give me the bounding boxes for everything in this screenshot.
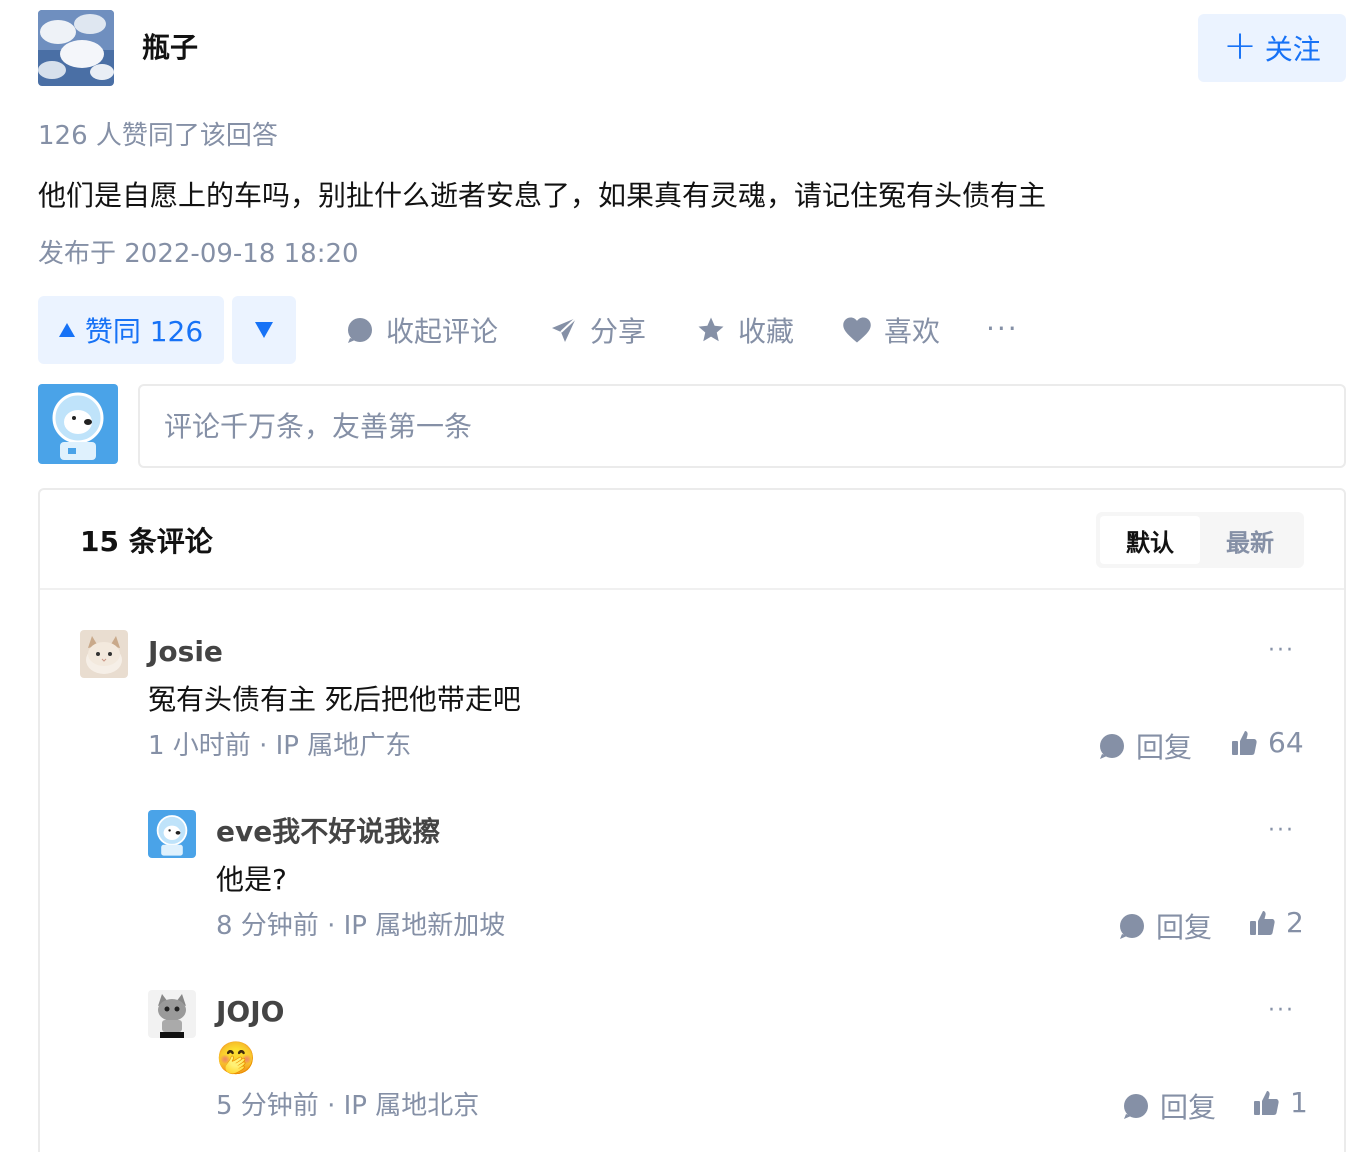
comment-username[interactable]: JOJO <box>216 992 284 1032</box>
downvote-button[interactable] <box>232 296 296 364</box>
current-user-avatar <box>38 384 118 464</box>
like-count: 1 <box>1290 1086 1308 1119</box>
sort-default-tab[interactable]: 默认 <box>1100 516 1200 564</box>
like-count: 2 <box>1286 906 1304 939</box>
triangle-down-icon <box>255 322 273 338</box>
publish-time[interactable]: 发布于 2022-09-18 18:20 <box>38 234 359 274</box>
comment-bubble-icon <box>1120 914 1144 939</box>
comment-like-button[interactable]: 64 <box>1230 726 1304 759</box>
triangle-up-icon <box>58 323 75 337</box>
star-icon <box>698 317 724 342</box>
comment-input[interactable] <box>138 384 1346 468</box>
answer-content: 他们是自愿上的车吗，别扯什么逝者安息了，如果真有灵魂，请记住冤有头债有主 <box>38 179 1047 212</box>
reply-button[interactable]: 回复 <box>1122 1086 1216 1126</box>
upvote-button[interactable]: 赞同 126 <box>38 296 224 364</box>
reply-button[interactable]: 回复 <box>1098 726 1192 766</box>
author-avatar[interactable] <box>38 10 114 86</box>
favorite-button[interactable]: 收藏 <box>696 296 794 364</box>
comment-more-icon[interactable]: ··· <box>1268 818 1295 843</box>
comment-bubble-icon <box>348 318 372 343</box>
comment-avatar[interactable] <box>148 990 196 1038</box>
like-label: 喜欢 <box>884 315 941 348</box>
reply-label: 回复 <box>1156 911 1213 944</box>
thumbs-up-icon <box>1232 730 1257 755</box>
more-options-icon[interactable]: ··· <box>986 312 1019 345</box>
share-button[interactable]: 分享 <box>550 296 646 364</box>
comment-avatar[interactable] <box>148 810 196 858</box>
upvote-label: 赞同 126 <box>84 315 204 348</box>
thumbs-up-icon <box>1254 1090 1279 1115</box>
collapse-comments-button[interactable]: 收起评论 <box>346 296 498 364</box>
author-name[interactable]: 瓶子 <box>142 28 198 68</box>
vote-summary: 126 人赞同了该回答 <box>38 121 278 151</box>
comment-bubble-icon <box>1100 734 1124 759</box>
comment-like-button[interactable]: 2 <box>1248 906 1304 939</box>
comment-avatar[interactable] <box>80 630 128 678</box>
comment-text: 他是? <box>216 863 287 896</box>
reply-label: 回复 <box>1136 731 1193 764</box>
reply-button[interactable]: 回复 <box>1118 906 1212 946</box>
comment-text: 🤭 <box>216 1039 256 1077</box>
comment-username[interactable]: Josie <box>148 632 223 672</box>
collapse-comments-label: 收起评论 <box>386 315 499 348</box>
share-label: 分享 <box>590 315 647 348</box>
heart-icon <box>843 317 871 343</box>
follow-button[interactable]: + 关注 <box>1198 14 1346 82</box>
favorite-label: 收藏 <box>738 315 795 348</box>
comment-meta: 8 分钟前 · IP 属地新加坡 <box>216 911 506 941</box>
comment-more-icon[interactable]: ··· <box>1268 638 1295 663</box>
sort-latest-tab[interactable]: 最新 <box>1200 516 1300 564</box>
follow-label: 关注 <box>1264 33 1321 66</box>
comment-meta: 5 分钟前 · IP 属地北京 <box>216 1091 480 1121</box>
comment-username[interactable]: eve我不好说我擦 <box>216 812 440 852</box>
like-count: 64 <box>1268 726 1304 759</box>
comment-text: 冤有头债有主 死后把他带走吧 <box>148 683 521 716</box>
thumbs-up-icon <box>1250 910 1275 935</box>
paper-plane-icon <box>552 317 577 342</box>
comment-bubble-icon <box>1124 1094 1148 1119</box>
plus-icon: + <box>1223 23 1257 69</box>
comment-like-button[interactable]: 1 <box>1252 1086 1308 1119</box>
comment-count: 15 条评论 <box>80 525 213 558</box>
comment-meta: 1 小时前 · IP 属地广东 <box>148 731 412 761</box>
comment-more-icon[interactable]: ··· <box>1268 998 1295 1023</box>
like-button[interactable]: 喜欢 <box>842 296 940 364</box>
reply-label: 回复 <box>1160 1091 1217 1124</box>
